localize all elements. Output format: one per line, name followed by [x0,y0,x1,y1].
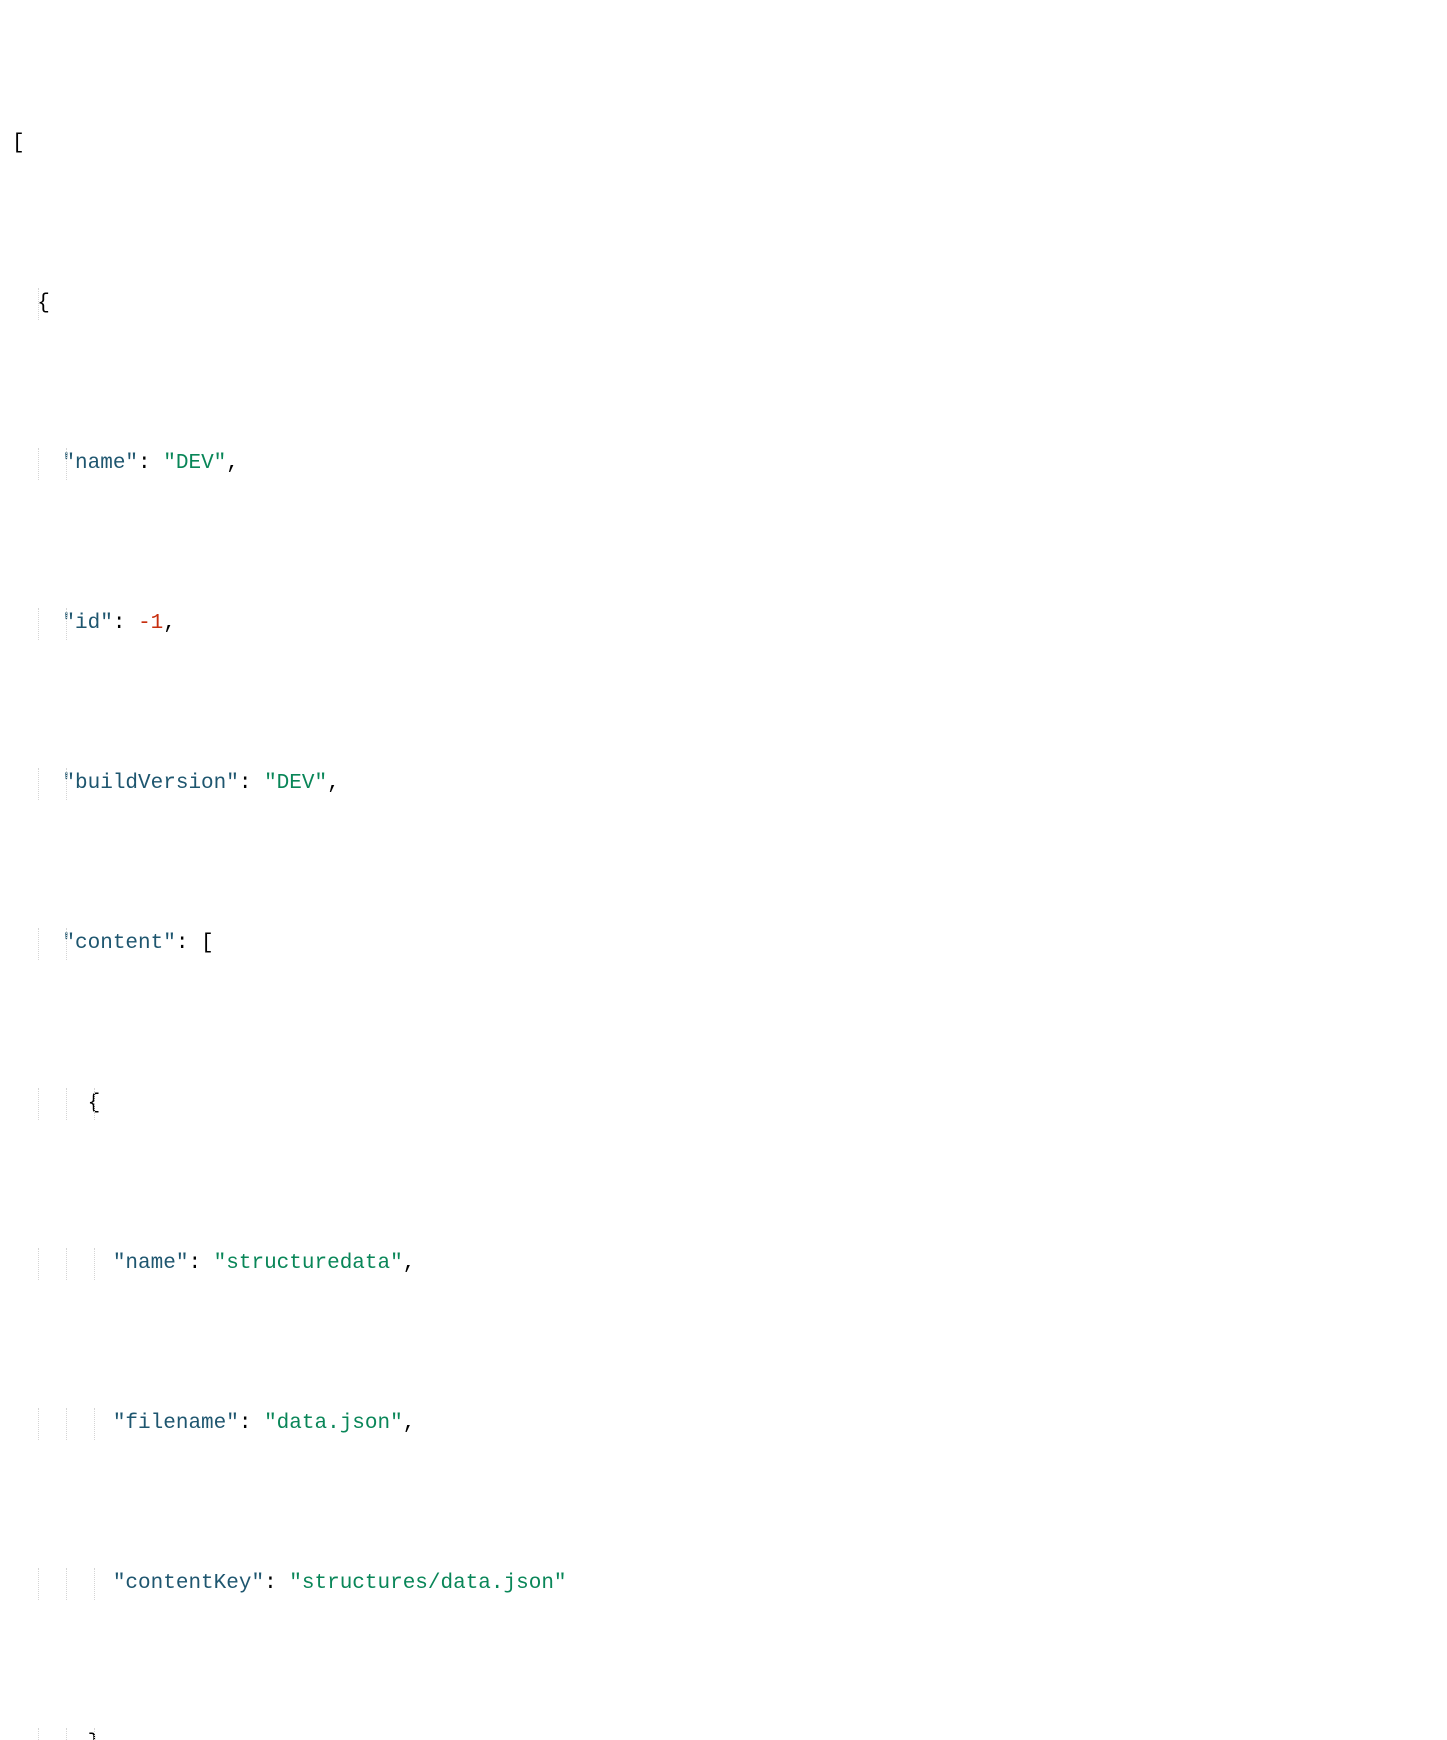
json-editor[interactable]: [ { "name": "DEV", "id": -1, "buildVersi… [0,0,1447,1740]
json-key-filename: "filename" [113,1412,239,1435]
json-value-name: "structuredata" [214,1252,403,1275]
json-value-name: "DEV" [163,452,226,475]
json-value-filename: "data.json" [264,1412,403,1435]
brace-close: }, [88,1732,113,1740]
code-line: "content": [ [0,928,1447,960]
json-key-id: "id" [62,612,112,635]
code-line: "name": "structuredata", [0,1248,1447,1280]
code-line: { [0,1088,1447,1120]
code-line: { [0,288,1447,320]
code-line: "id": -1, [0,608,1447,640]
json-value-buildversion: "DEV" [264,772,327,795]
code-line: "name": "DEV", [0,448,1447,480]
json-key-name: "name" [113,1252,189,1275]
brace-open: { [37,292,50,315]
json-key-content: "content" [62,932,175,955]
code-line: [ [0,128,1447,160]
json-key-buildversion: "buildVersion" [62,772,238,795]
bracket-open: [ [12,132,25,155]
code-line: "buildVersion": "DEV", [0,768,1447,800]
code-line: }, [0,1728,1447,1740]
json-key-contentkey: "contentKey" [113,1572,264,1595]
code-line: "filename": "data.json", [0,1408,1447,1440]
json-value-id: -1 [138,612,163,635]
json-value-contentkey: "structures/data.json" [289,1572,566,1595]
code-line: "contentKey": "structures/data.json" [0,1568,1447,1600]
json-key-name: "name" [62,452,138,475]
